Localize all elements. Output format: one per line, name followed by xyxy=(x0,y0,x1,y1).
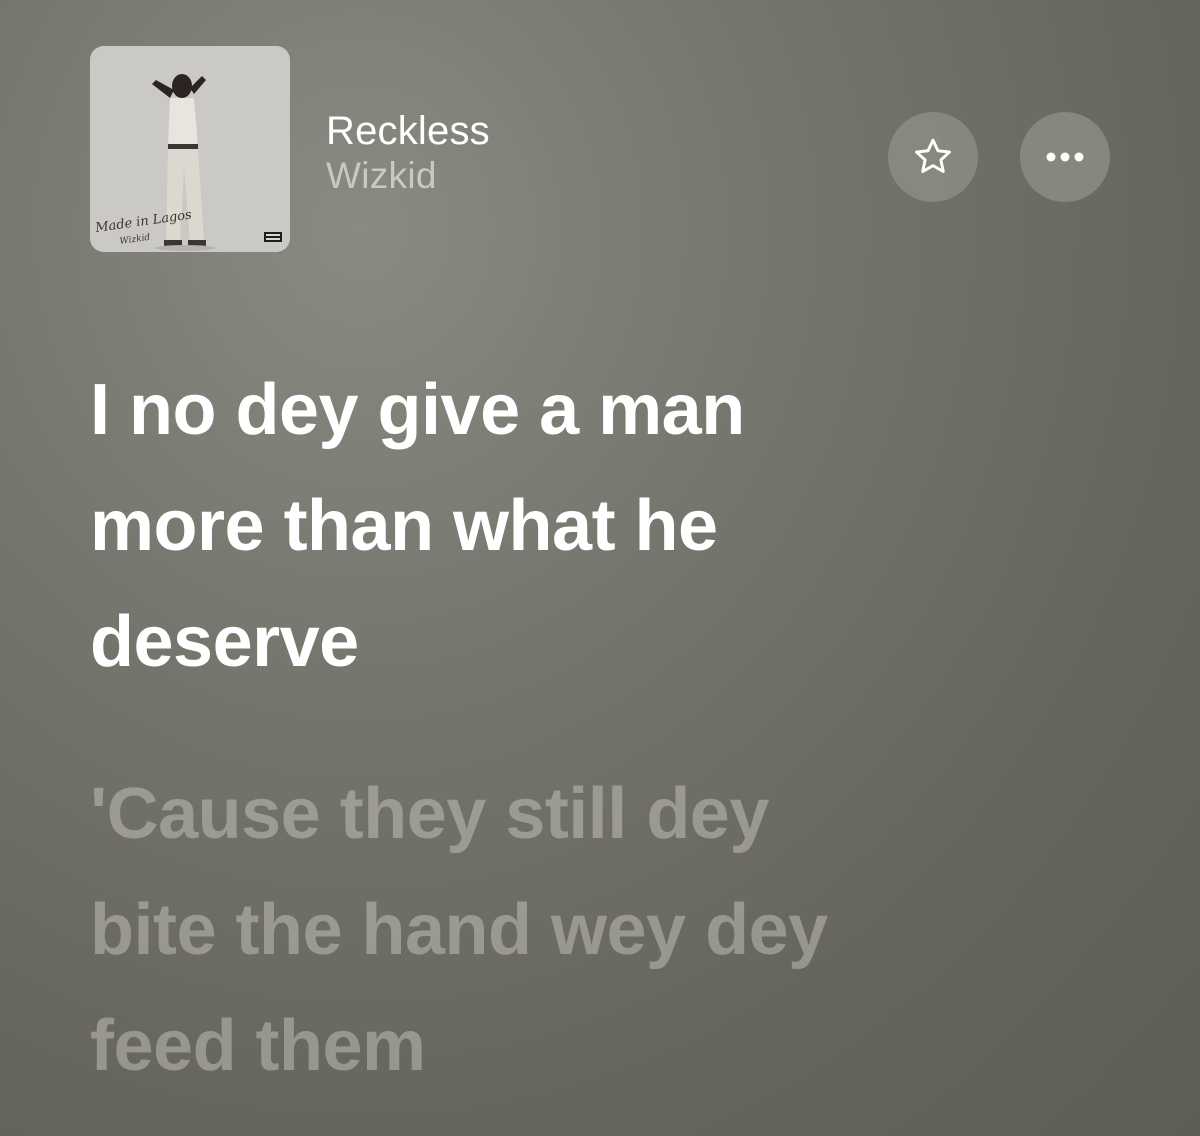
lyric-line: more than what he xyxy=(90,486,718,566)
lyric-line: 'Cause they still dey xyxy=(90,774,769,854)
now-playing-header: Made in Lagos Wizkid Reckless Wizkid xyxy=(0,0,1200,300)
track-info[interactable]: Reckless Wizkid xyxy=(326,108,490,198)
track-title[interactable]: Reckless xyxy=(326,108,490,154)
more-options-button[interactable] xyxy=(1020,112,1110,202)
lyrics-view[interactable]: I no dey give a man more than what he de… xyxy=(90,352,1150,1104)
lyric-active-line[interactable]: I no dey give a man more than what he de… xyxy=(90,352,1150,700)
ellipsis-icon xyxy=(1046,152,1084,162)
lyric-line: feed them xyxy=(90,1006,426,1086)
star-icon xyxy=(915,138,951,173)
lyric-line: I no dey give a man xyxy=(90,370,745,450)
lyric-line: deserve xyxy=(90,602,359,682)
album-artwork[interactable]: Made in Lagos Wizkid xyxy=(90,46,290,252)
favorite-button[interactable] xyxy=(888,112,978,202)
lyric-line: bite the hand wey dey xyxy=(90,890,828,970)
track-artist[interactable]: Wizkid xyxy=(326,154,490,198)
album-cover-image: Made in Lagos Wizkid xyxy=(90,46,290,252)
lyric-next-line[interactable]: 'Cause they still dey bite the hand wey … xyxy=(90,756,1150,1104)
